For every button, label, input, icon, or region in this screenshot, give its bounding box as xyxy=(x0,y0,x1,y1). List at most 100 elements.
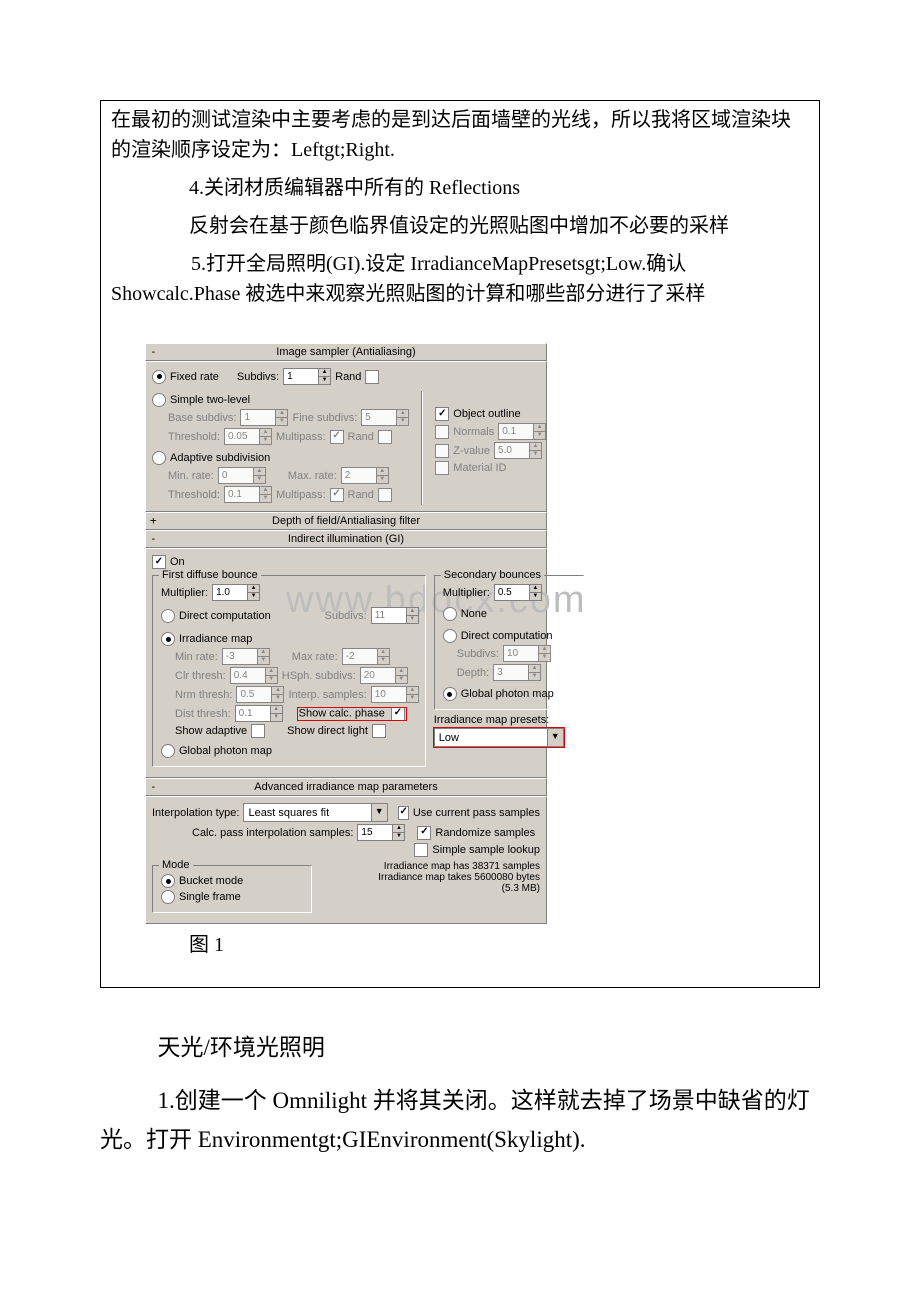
show-calc-highlight: Show calc. phase xyxy=(297,707,407,721)
show-adaptive-checkbox[interactable] xyxy=(251,724,265,738)
simple-two-level-radio[interactable] xyxy=(152,393,166,407)
fixed-rate-label: Fixed rate xyxy=(170,371,219,383)
separator xyxy=(421,391,423,505)
info-bytes: Irradiance map takes 5600080 bytes xyxy=(320,872,540,883)
multiplier1-label: Multiplier: xyxy=(161,587,208,599)
normals-input[interactable]: 0.1▲▼ xyxy=(498,423,546,440)
rollout-title-label: Image sampler (Antialiasing) xyxy=(276,346,415,358)
simple-lookup-label: Simple sample lookup xyxy=(432,844,540,856)
rollout-dof-title[interactable]: + Depth of field/Antialiasing filter xyxy=(145,512,547,530)
collapse-icon: - xyxy=(150,532,157,546)
direct-comp2-radio[interactable] xyxy=(443,629,457,643)
base-subdivs-label: Base subdivs: xyxy=(168,412,236,424)
bucket-radio[interactable] xyxy=(161,874,175,888)
rand3-checkbox[interactable] xyxy=(378,488,392,502)
min-rate-label: Min. rate: xyxy=(168,470,214,482)
zvalue-input[interactable]: 5.0▲▼ xyxy=(494,442,542,459)
show-direct-checkbox[interactable] xyxy=(372,724,386,738)
rand3-label: Rand xyxy=(348,489,374,501)
multiplier2-input[interactable]: 0.5▲▼ xyxy=(494,584,542,601)
show-calc-label: Show calc. phase xyxy=(299,707,385,719)
dc2-subdivs-input[interactable]: 10▲▼ xyxy=(503,645,551,662)
fixed-subdivs-input[interactable]: 1▲▼ xyxy=(283,368,331,385)
material-id-label: Material ID xyxy=(453,462,506,474)
rollout-gi-title[interactable]: - Indirect illumination (GI) xyxy=(145,530,547,548)
nrmthresh-label: Nrm thresh: xyxy=(175,689,232,701)
adaptive-radio[interactable] xyxy=(152,451,166,465)
presets-dropdown[interactable]: Low ▼ xyxy=(434,728,564,747)
nrmthresh-input[interactable]: 0.5▲▼ xyxy=(236,686,284,703)
rollout-antialiasing-title[interactable]: - Image sampler (Antialiasing) xyxy=(145,343,547,361)
dc2-subdivs-label: Subdivs: xyxy=(457,648,499,660)
single-frame-label: Single frame xyxy=(179,891,241,903)
rand-checkbox-2[interactable] xyxy=(378,430,392,444)
use-current-label: Use current pass samples xyxy=(413,807,540,819)
rollout-dof-label: Depth of field/Antialiasing filter xyxy=(272,515,420,527)
interp-label: Interp. samples: xyxy=(288,689,366,701)
clrthresh-label: Clr thresh: xyxy=(175,670,226,682)
rollout-adv-body: Interpolation type: Least squares fit ▼ … xyxy=(145,796,547,924)
rand-checkbox[interactable] xyxy=(365,370,379,384)
show-calc-checkbox[interactable] xyxy=(391,707,405,721)
interp-type-dropdown[interactable]: Least squares fit ▼ xyxy=(243,803,387,822)
calc-pass-input[interactable]: 15▲▼ xyxy=(357,824,405,841)
normals-label: Normals xyxy=(453,426,494,438)
direct-comp2-label: Direct computation xyxy=(461,630,553,642)
adaptive-label: Adaptive subdivision xyxy=(170,452,270,464)
maxrate-input[interactable]: -2▲▼ xyxy=(342,648,390,665)
dc-subdivs-input[interactable]: 11▲▼ xyxy=(371,607,419,624)
multiplier1-input[interactable]: 1.0▲▼ xyxy=(212,584,260,601)
multipass2-checkbox[interactable] xyxy=(330,488,344,502)
global-photon-radio[interactable] xyxy=(161,744,175,758)
irr-map-radio[interactable] xyxy=(161,632,175,646)
rollout-adv-title[interactable]: - Advanced irradiance map parameters xyxy=(145,778,547,796)
none-radio[interactable] xyxy=(443,607,457,621)
base-subdivs-input[interactable]: 1▲▼ xyxy=(240,409,288,426)
info-samples: Irradiance map has 38371 samples xyxy=(320,861,540,872)
distthresh-input[interactable]: 0.1▲▼ xyxy=(235,705,283,722)
global-photon2-label: Global photon map xyxy=(461,688,554,700)
show-direct-label: Show direct light xyxy=(287,725,368,737)
below-heading: 天光/环境光照明 xyxy=(100,1028,820,1067)
single-frame-radio[interactable] xyxy=(161,890,175,904)
mode-legend: Mode xyxy=(159,859,193,871)
zvalue-checkbox[interactable] xyxy=(435,444,449,458)
subdivs-label: Subdivs: xyxy=(237,371,279,383)
depth-input[interactable]: 3▲▼ xyxy=(493,664,541,681)
first-bounce-group: First diffuse bounce Multiplier: 1.0▲▼ D… xyxy=(152,575,426,767)
multipass2-label: Multipass: xyxy=(276,489,326,501)
paragraph-1: 在最初的测试渲染中主要考虑的是到达后面墙壁的光线，所以我将区域渲染块的渲染顺序设… xyxy=(101,101,819,169)
hsph-input[interactable]: 20▲▼ xyxy=(360,667,408,684)
minrate-input[interactable]: -3▲▼ xyxy=(222,648,270,665)
fixed-rate-radio[interactable] xyxy=(152,370,166,384)
direct-comp-radio[interactable] xyxy=(161,609,175,623)
expand-icon: + xyxy=(150,514,157,528)
global-photon2-radio[interactable] xyxy=(443,687,457,701)
interp-type-label: Interpolation type: xyxy=(152,807,239,819)
chevron-down-icon: ▼ xyxy=(371,804,387,821)
rand-label: Rand xyxy=(335,371,361,383)
threshold2-input[interactable]: 0.1▲▼ xyxy=(224,486,272,503)
rand-label-2: Rand xyxy=(348,431,374,443)
interp-input[interactable]: 10▲▼ xyxy=(371,686,419,703)
clrthresh-input[interactable]: 0.4▲▼ xyxy=(230,667,278,684)
object-outline-checkbox[interactable] xyxy=(435,407,449,421)
fine-subdivs-input[interactable]: 5▲▼ xyxy=(361,409,409,426)
global-photon-label: Global photon map xyxy=(179,745,272,757)
threshold-input[interactable]: 0.05▲▼ xyxy=(224,428,272,445)
max-rate-input[interactable]: 2▲▼ xyxy=(341,467,389,484)
normals-checkbox[interactable] xyxy=(435,425,449,439)
multipass-checkbox[interactable] xyxy=(330,430,344,444)
secondary-legend: Secondary bounces xyxy=(441,569,544,581)
simple-lookup-checkbox[interactable] xyxy=(414,843,428,857)
material-id-checkbox[interactable] xyxy=(435,461,449,475)
gi-on-checkbox[interactable] xyxy=(152,555,166,569)
min-rate-input[interactable]: 0▲▼ xyxy=(218,467,266,484)
first-bounce-legend: First diffuse bounce xyxy=(159,569,261,581)
direct-comp-label: Direct computation xyxy=(179,610,271,622)
distthresh-label: Dist thresh: xyxy=(175,708,231,720)
randomize-checkbox[interactable] xyxy=(417,826,431,840)
none-label: None xyxy=(461,608,487,620)
use-current-checkbox[interactable] xyxy=(398,806,408,820)
document-frame: 在最初的测试渲染中主要考虑的是到达后面墙壁的光线，所以我将区域渲染块的渲染顺序设… xyxy=(100,100,820,988)
